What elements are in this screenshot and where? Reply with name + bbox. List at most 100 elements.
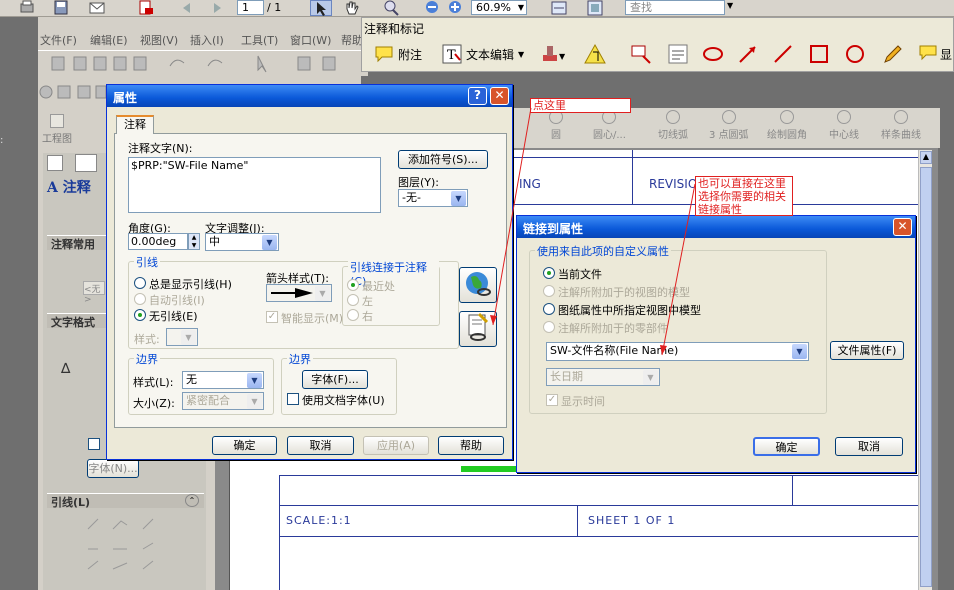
next-page-icon[interactable] bbox=[208, 0, 226, 16]
print-icon[interactable] bbox=[18, 0, 36, 16]
arrow-tool-icon[interactable] bbox=[737, 43, 759, 65]
text-box-icon[interactable] bbox=[667, 43, 689, 65]
cmd-center-arc[interactable]: 圆心/... bbox=[593, 110, 626, 141]
save-icon[interactable] bbox=[52, 0, 70, 16]
line-tool-icon[interactable] bbox=[772, 43, 794, 65]
pm-section-leader[interactable]: 引线(L) bbox=[47, 493, 204, 509]
cmd-circle[interactable]: 圆 bbox=[549, 110, 563, 141]
cmd-3pt-arc[interactable]: 3 点圆弧 bbox=[709, 110, 749, 141]
radio-nearest[interactable] bbox=[347, 279, 359, 291]
search-dropdown-icon[interactable]: ▼ bbox=[727, 1, 733, 10]
date-format-select[interactable]: 长日期 ▼ bbox=[546, 368, 660, 386]
ok-button[interactable]: 确定 bbox=[753, 437, 820, 456]
page-number-input[interactable]: 1 bbox=[237, 0, 264, 15]
menu-tools[interactable]: 工具(T) bbox=[241, 32, 278, 48]
oval-tool-icon[interactable] bbox=[844, 43, 866, 65]
radio-always-leader[interactable] bbox=[134, 277, 146, 289]
cmd-fillet[interactable]: 绘制圆角 bbox=[767, 110, 807, 141]
apply-button[interactable]: 应用(A) bbox=[363, 436, 429, 455]
menu-help[interactable]: 帮助 bbox=[341, 32, 363, 48]
right-label: 右 bbox=[362, 310, 373, 323]
property-manager-tab[interactable] bbox=[75, 154, 97, 172]
leader-style-select[interactable]: ▼ bbox=[166, 328, 198, 346]
tab-note[interactable]: 注释 bbox=[116, 115, 154, 134]
drawing-command[interactable]: 工程图 bbox=[39, 112, 75, 145]
cmd-centerline[interactable]: 中心线 bbox=[829, 110, 859, 141]
cancel-button[interactable]: 取消 bbox=[287, 436, 354, 455]
text-adjust-select[interactable]: 中 ▼ bbox=[205, 233, 279, 251]
arrow-style-select[interactable]: ▼ bbox=[266, 284, 332, 302]
close-icon[interactable]: ✕ bbox=[490, 87, 509, 105]
radio-no-leader[interactable] bbox=[134, 309, 146, 321]
menu-insert[interactable]: 插入(I) bbox=[190, 32, 224, 48]
menu-edit[interactable]: 编辑(E) bbox=[90, 32, 128, 48]
note-text-field[interactable]: $PRP:"SW-File Name" bbox=[128, 157, 381, 213]
angle-spinner[interactable]: ▲ ▼ bbox=[188, 233, 200, 250]
pm-font-button[interactable]: 字体(N)... bbox=[87, 459, 139, 478]
cmd-tangent-arc[interactable]: 切线弧 bbox=[658, 110, 688, 141]
scroll-thumb[interactable] bbox=[920, 167, 932, 587]
smart-display-checkbox[interactable]: ✓ bbox=[266, 311, 278, 323]
help-title-button[interactable]: ? bbox=[468, 87, 487, 105]
font-button[interactable]: 字体(F)... bbox=[302, 370, 368, 389]
note-button[interactable]: 附注 bbox=[374, 42, 422, 66]
hand-tool-icon[interactable] bbox=[343, 0, 361, 16]
show-time-checkbox[interactable]: ✓ bbox=[546, 394, 558, 406]
fit-page-icon[interactable] bbox=[586, 0, 604, 16]
file-properties-button[interactable]: 文件属性(F) bbox=[830, 341, 904, 360]
always-leader-label: 总是显示引线(H) bbox=[149, 278, 232, 291]
link-dialog-title: 链接到属性 bbox=[517, 216, 915, 238]
radio-sheet-view-model[interactable] bbox=[543, 303, 555, 315]
use-doc-font-checkbox[interactable] bbox=[287, 393, 299, 405]
radio-view-model[interactable] bbox=[543, 285, 555, 297]
border-size-select[interactable]: 紧密配合 ▼ bbox=[182, 392, 264, 410]
feature-tree-tab[interactable] bbox=[47, 155, 63, 171]
pencil-tool-icon[interactable] bbox=[882, 43, 904, 65]
radio-auto-leader[interactable] bbox=[134, 293, 146, 305]
collapse-icon[interactable]: ⌃ bbox=[185, 494, 199, 507]
show-comments-button[interactable]: 显 bbox=[915, 43, 954, 65]
menu-view[interactable]: 视图(V) bbox=[140, 32, 178, 48]
stamp-icon[interactable]: ▼ bbox=[537, 43, 567, 65]
rectangle-tool-icon[interactable] bbox=[808, 43, 830, 65]
pdf-create-icon[interactable] bbox=[137, 0, 155, 16]
vertical-scrollbar[interactable]: ▲ bbox=[918, 150, 932, 590]
nearest-label: 最近处 bbox=[362, 280, 395, 293]
layer-select[interactable]: -无- ▼ bbox=[398, 189, 468, 207]
radio-right[interactable] bbox=[347, 309, 359, 321]
border-style-select[interactable]: 无 ▼ bbox=[182, 371, 264, 389]
cancel-button[interactable]: 取消 bbox=[835, 437, 903, 456]
radio-component[interactable] bbox=[543, 321, 555, 333]
scroll-up-icon[interactable]: ▲ bbox=[920, 151, 932, 164]
angle-input[interactable]: 0.00deg bbox=[128, 233, 188, 250]
zoom-in-icon[interactable] bbox=[446, 0, 464, 16]
link-to-property-button[interactable] bbox=[459, 267, 497, 303]
border-style-label: 样式(L): bbox=[133, 376, 174, 389]
menu-window[interactable]: 窗口(W) bbox=[290, 32, 331, 48]
layer-label: 图层(Y): bbox=[398, 176, 440, 189]
add-symbol-button[interactable]: 添加符号(S)... bbox=[398, 150, 488, 169]
callout-tool-icon[interactable] bbox=[630, 43, 652, 65]
zoom-select[interactable]: 60.9% ▼ bbox=[471, 0, 527, 15]
cmd-spline[interactable]: 样条曲线 bbox=[881, 110, 921, 141]
ok-button[interactable]: 确定 bbox=[212, 436, 277, 455]
radio-current-file[interactable] bbox=[543, 267, 555, 279]
select-tool-icon[interactable] bbox=[310, 0, 332, 16]
close-icon[interactable]: ✕ bbox=[893, 218, 912, 236]
attach-icon[interactable] bbox=[584, 43, 606, 65]
prev-page-icon[interactable] bbox=[178, 0, 196, 16]
email-icon[interactable] bbox=[88, 0, 106, 16]
cloud-icon[interactable] bbox=[702, 43, 724, 65]
link-to-file-property-button[interactable] bbox=[459, 311, 497, 347]
fit-width-icon[interactable] bbox=[550, 0, 568, 16]
left-label: 左 bbox=[362, 295, 373, 308]
radio-left[interactable] bbox=[347, 294, 359, 306]
zoom-out-icon[interactable] bbox=[423, 0, 441, 16]
no-leader-label: 无引线(E) bbox=[149, 310, 198, 323]
menu-file[interactable]: 文件(F) bbox=[40, 32, 77, 48]
search-input[interactable]: 查找 bbox=[625, 0, 725, 15]
zoom-tool-icon[interactable] bbox=[382, 0, 400, 16]
text-edit-button[interactable]: T 文本编辑 ▼ bbox=[442, 42, 524, 66]
help-button[interactable]: 帮助 bbox=[438, 436, 504, 455]
property-select[interactable]: SW-文件名称(File Name) ▼ bbox=[546, 342, 809, 361]
